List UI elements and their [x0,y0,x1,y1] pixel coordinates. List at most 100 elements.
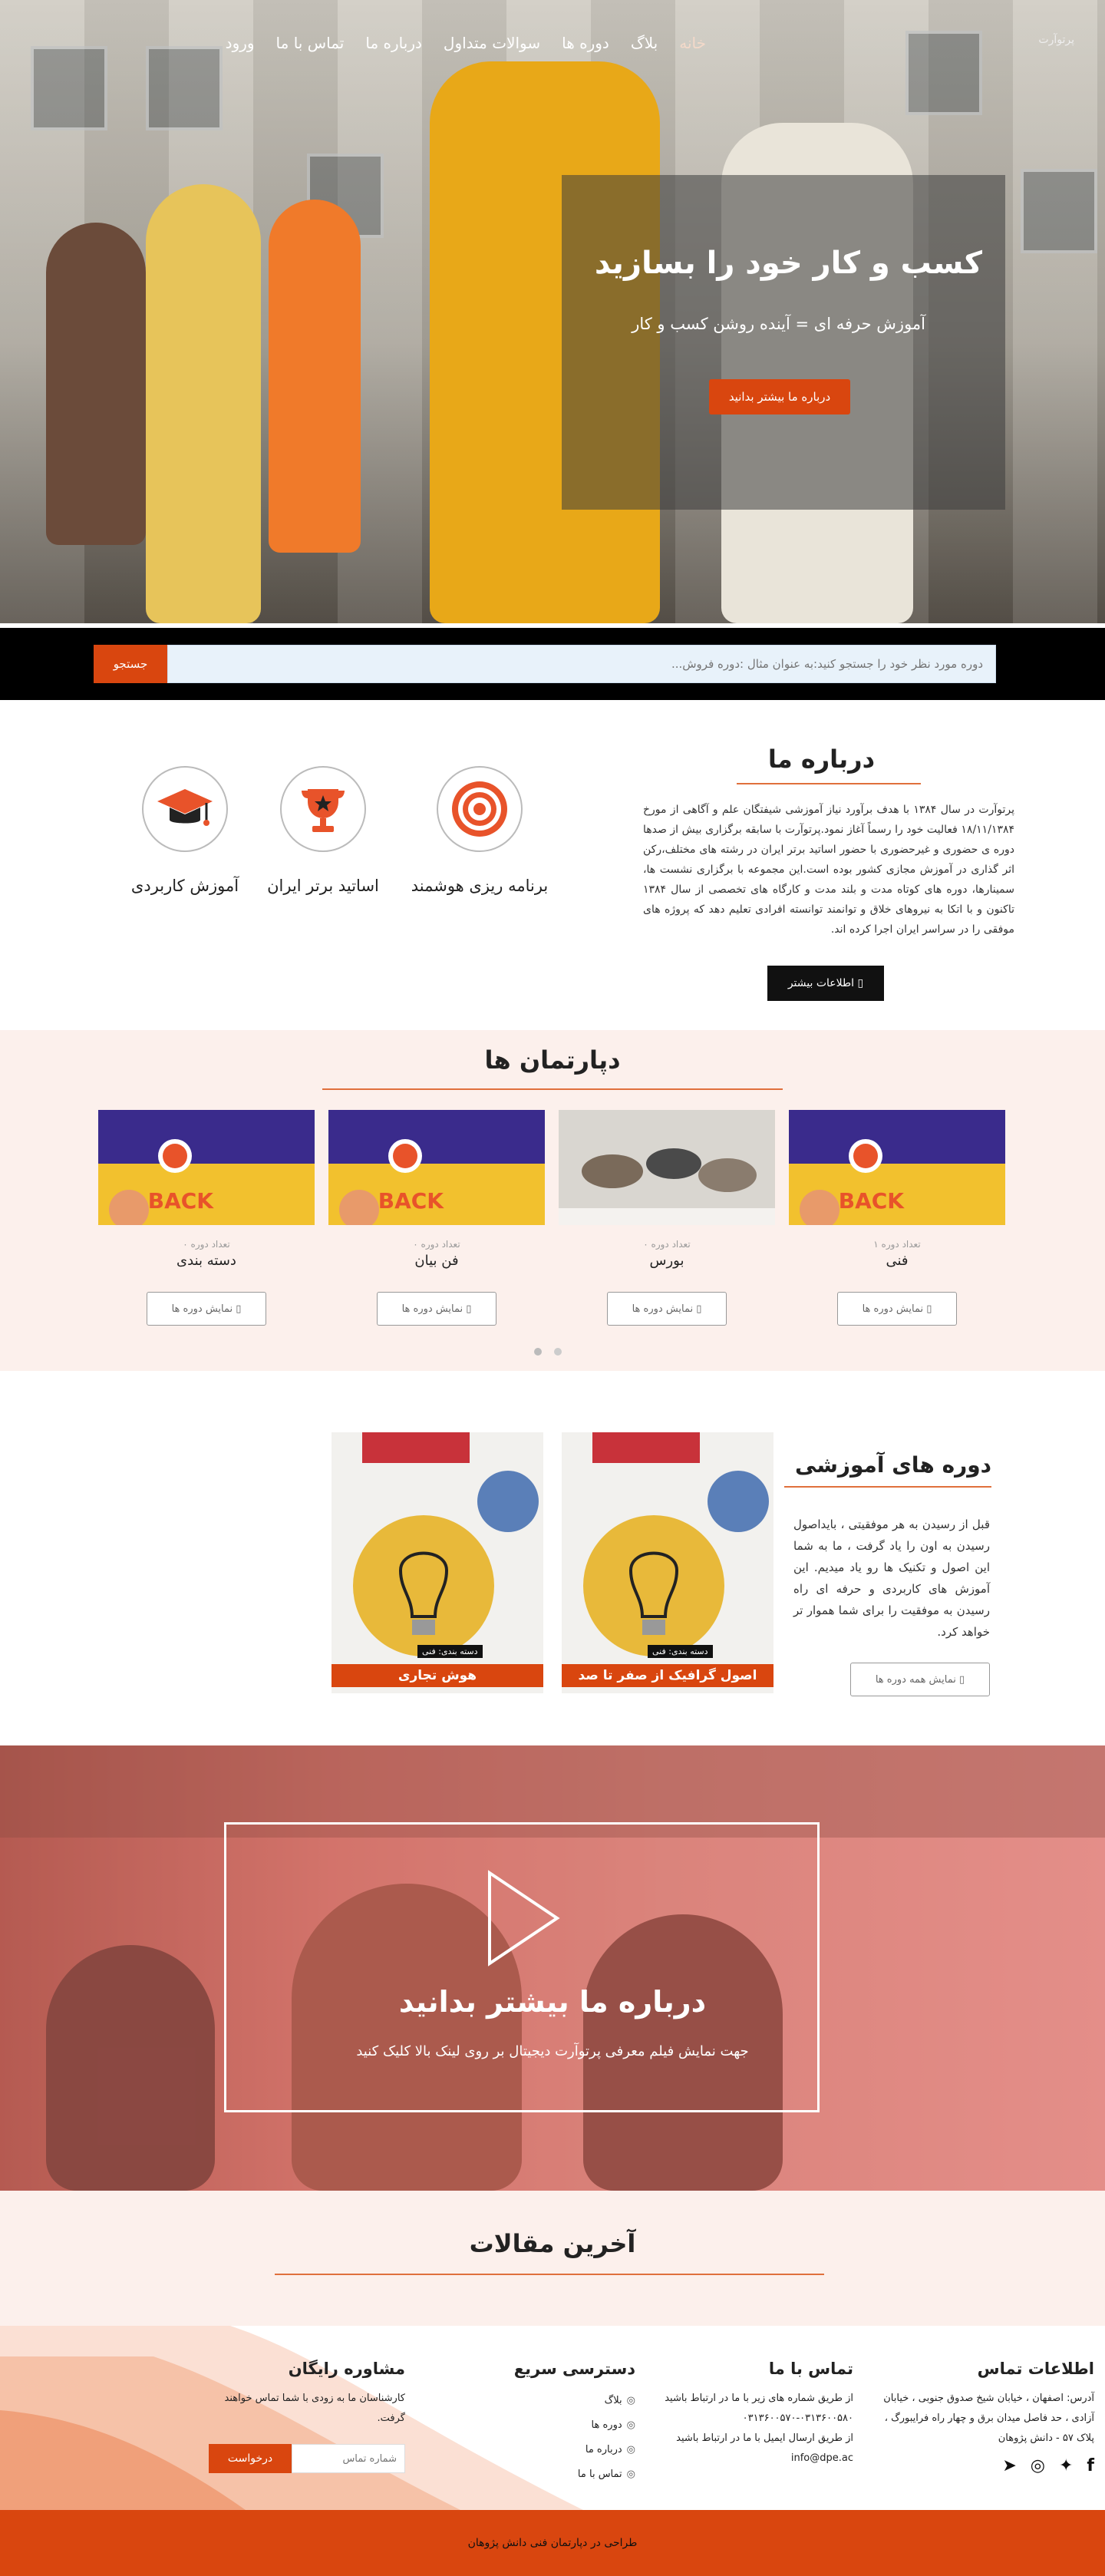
course-category: دسته بندی: فنی [648,1645,713,1658]
department-card: تعداد دوره ۰ بورس ▯ نمایش دوره ها [559,1110,775,1326]
department-count: تعداد دوره ۰ [183,1239,230,1250]
consult-submit-button[interactable]: درخواست [209,2444,292,2473]
hero-overlay-box [562,175,1005,510]
quick-link[interactable]: تماس با ما [497,2462,635,2487]
student-figure [269,200,361,553]
department-name: بورس [649,1253,684,1269]
nav-courses[interactable]: دوره ها [562,34,609,52]
consult-form: درخواست [203,2444,405,2473]
building-window [1021,169,1097,253]
feature-practical-training: آموزش کاربردی [97,766,273,895]
show-courses-button[interactable]: ▯ نمایش دوره ها [607,1292,727,1326]
hero-subtitle: آموزش حرفه ای = آینده روشن کسب و کار [632,315,925,333]
trophy-icon [280,766,366,852]
footer-quick-access: دسترسی سریع بلاگ دوره ها درباره ما تماس … [497,2360,635,2487]
footer-contact-info: اطلاعات تماس آدرس: اصفهان ، خیابان شیخ ص… [864,2360,1094,2475]
department-name: فنی [886,1253,909,1269]
target-icon [437,766,523,852]
divider [275,2274,824,2275]
department-count: تعداد دوره ۱ [873,1239,921,1250]
phone-input[interactable] [292,2444,405,2473]
about-more-button[interactable]: ▯ اطلاعات بیشتر [767,966,884,1001]
button-label: نمایش دوره ها [171,1303,233,1315]
divider [737,783,921,784]
about-section: درباره ما پرتوآرت در سال ۱۳۸۴ با هدف برآ… [0,700,1105,1030]
main-nav: خانه بلاگ دوره ها سوالات متداول درباره م… [226,34,706,52]
nav-blog[interactable]: بلاگ [631,34,658,52]
footer-contact-us: تماس با ما از طریق شماره های زیر با ما د… [646,2360,853,2469]
button-label: نمایش دوره ها [862,1303,924,1315]
search-section: جستجو [0,623,1105,700]
carousel-dot[interactable] [554,1348,562,1356]
show-courses-button[interactable]: ▯ نمایش دوره ها [147,1292,266,1326]
footer-text: از طریق شماره های زیر با ما در ارتباط با… [665,2393,853,2404]
nav-about[interactable]: درباره ما [365,34,422,52]
play-icon[interactable] [485,1868,562,1968]
video-subtitle: جهت نمایش فیلم معرفی پرتوآرت دیجیتال بر … [356,2043,749,2059]
footer-phones[interactable]: ۰۳۱۳۶۰۰۵۷۰-۰۳۱۳۶۰۰۵۸۰ [646,2409,853,2429]
telegram-icon[interactable]: ➤ [1002,2456,1016,2475]
search-input[interactable] [167,645,996,683]
course-card[interactable]: دسته بندی: فنی هوش تجاری [332,1432,543,1693]
departments-section: دپارتمان ها BACK تعداد دوره ۱ فنی ▯ نمای… [0,1030,1105,1371]
student-figure [146,184,261,623]
twitter-icon[interactable]: ✦ [1059,2456,1073,2475]
department-image[interactable] [559,1110,775,1225]
facebook-icon[interactable]: f [1087,2456,1094,2475]
info-icon: ▯ [854,977,864,989]
instagram-icon[interactable]: ◎ [1031,2456,1045,2475]
hero-learn-more-button[interactable]: درباره ما بیشتر بدانید [709,379,850,414]
show-courses-button[interactable]: ▯ نمایش دوره ها [837,1292,957,1326]
button-label: نمایش همه دوره ها [875,1673,956,1686]
social-links: ➤ ◎ ✦ f [864,2456,1094,2475]
site-logo[interactable]: پرتوآرت [1038,34,1074,46]
button-label: نمایش دوره ها [401,1303,463,1315]
footer-heading: دسترسی سریع [513,2360,635,2378]
svg-text:BACK: BACK [839,1188,905,1214]
building-window [31,46,107,130]
copyright-bar: طراحی در دپارتمان فنی دانش پژوهان [0,2510,1105,2576]
show-courses-button[interactable]: ▯ نمایش دوره ها [377,1292,496,1326]
search-button[interactable]: جستجو [94,645,167,683]
nav-contact[interactable]: تماس با ما [276,34,345,52]
video-section: درباره ما بیشتر بدانید جهت نمایش فیلم مع… [0,1745,1105,2191]
department-name: فن بیان [414,1253,459,1269]
divider [322,1088,783,1090]
course-title: اصول گرافیک از صفر تا صد [562,1664,774,1687]
course-card[interactable]: دسته بندی: فنی اصول گرافیک از صفر تا صد [562,1432,774,1693]
footer-address: آدرس: اصفهان ، خیابان شیخ صدوق جنوبی ، خ… [883,2393,1094,2444]
course-title: هوش تجاری [332,1664,543,1687]
courses-section: دوره های آموزشی قبل از رسیدن به هر موفقی… [0,1371,1105,1745]
carousel-dot[interactable] [534,1348,542,1356]
quick-links: بلاگ دوره ها درباره ما تماس با ما [497,2389,635,2487]
courses-text: قبل از رسیدن به هر موفقیتی ، بایداصول رس… [793,1518,990,1639]
articles-title: آخرین مقالات [469,2229,636,2258]
footer-text: از طریق ارسال ایمیل با ما در ارتباط باشی… [676,2432,853,2444]
footer-heading: تماس با ما [768,2360,853,2378]
about-text: پرتوآرت در سال ۱۳۸۴ با هدف برآورد نیاز آ… [643,804,1015,936]
feature-smart-planning: برنامه ریزی هوشمند [391,766,568,895]
department-card: BACK تعداد دوره ۱ فنی ▯ نمایش دوره ها [789,1110,1005,1326]
department-count: تعداد دوره ۰ [413,1239,460,1250]
department-image[interactable]: BACK [328,1110,545,1225]
search-form: جستجو [94,645,996,683]
nav-home[interactable]: خانه [679,34,706,52]
quick-link[interactable]: درباره ما [497,2438,635,2462]
carousel-dots [534,1348,562,1356]
footer: اطلاعات تماس آدرس: اصفهان ، خیابان شیخ ص… [0,2326,1105,2510]
footer-text: کارشناسان ما به زودی با شما تماس خواهند … [224,2393,405,2424]
show-all-courses-button[interactable]: ▯ نمایش همه دوره ها [850,1663,990,1696]
courses-title: دوره های آموزشی [795,1452,991,1478]
department-image[interactable]: BACK [789,1110,1005,1225]
nav-login[interactable]: ورود [226,34,255,52]
nav-faq[interactable]: سوالات متداول [444,34,540,52]
quick-link[interactable]: دوره ها [497,2413,635,2438]
department-image[interactable]: BACK [98,1110,315,1225]
building-window [146,46,223,130]
svg-text:BACK: BACK [148,1188,215,1214]
footer-consult: مشاوره رایگان کارشناسان ما به زودی با شم… [203,2360,405,2473]
footer-heading: مشاوره رایگان [288,2360,405,2378]
footer-email[interactable]: info@dpe.ac [646,2449,853,2469]
quick-link[interactable]: بلاگ [497,2389,635,2413]
feature-label: برنامه ریزی هوشمند [411,877,549,895]
